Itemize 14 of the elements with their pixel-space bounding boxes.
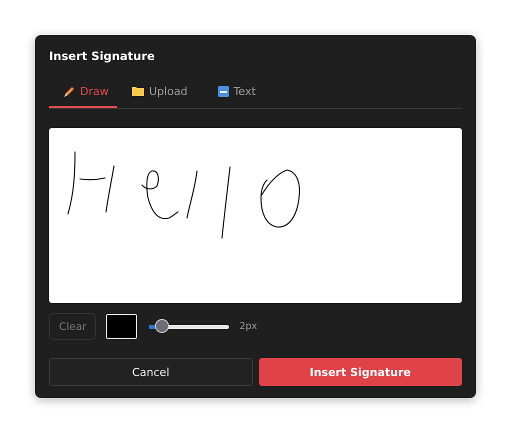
tab[interactable]: Text: [202, 81, 271, 108]
folder-icon: [132, 86, 144, 97]
tab[interactable]: Upload: [117, 81, 203, 108]
stroke-slider[interactable]: [149, 318, 230, 334]
dialog-title: Insert Signature: [49, 49, 156, 63]
insert-button[interactable]: Insert Signature: [258, 358, 462, 386]
tab[interactable]: Draw: [49, 81, 117, 108]
stroke-width-label: 2px: [239, 321, 258, 332]
clear-button[interactable]: Clear: [49, 313, 96, 340]
text-icon: [218, 86, 229, 97]
color-swatch[interactable]: [106, 314, 138, 339]
cancel-button[interactable]: Cancel: [49, 358, 252, 386]
pencil-icon: [63, 86, 75, 98]
slider-thumb[interactable]: [155, 318, 170, 332]
